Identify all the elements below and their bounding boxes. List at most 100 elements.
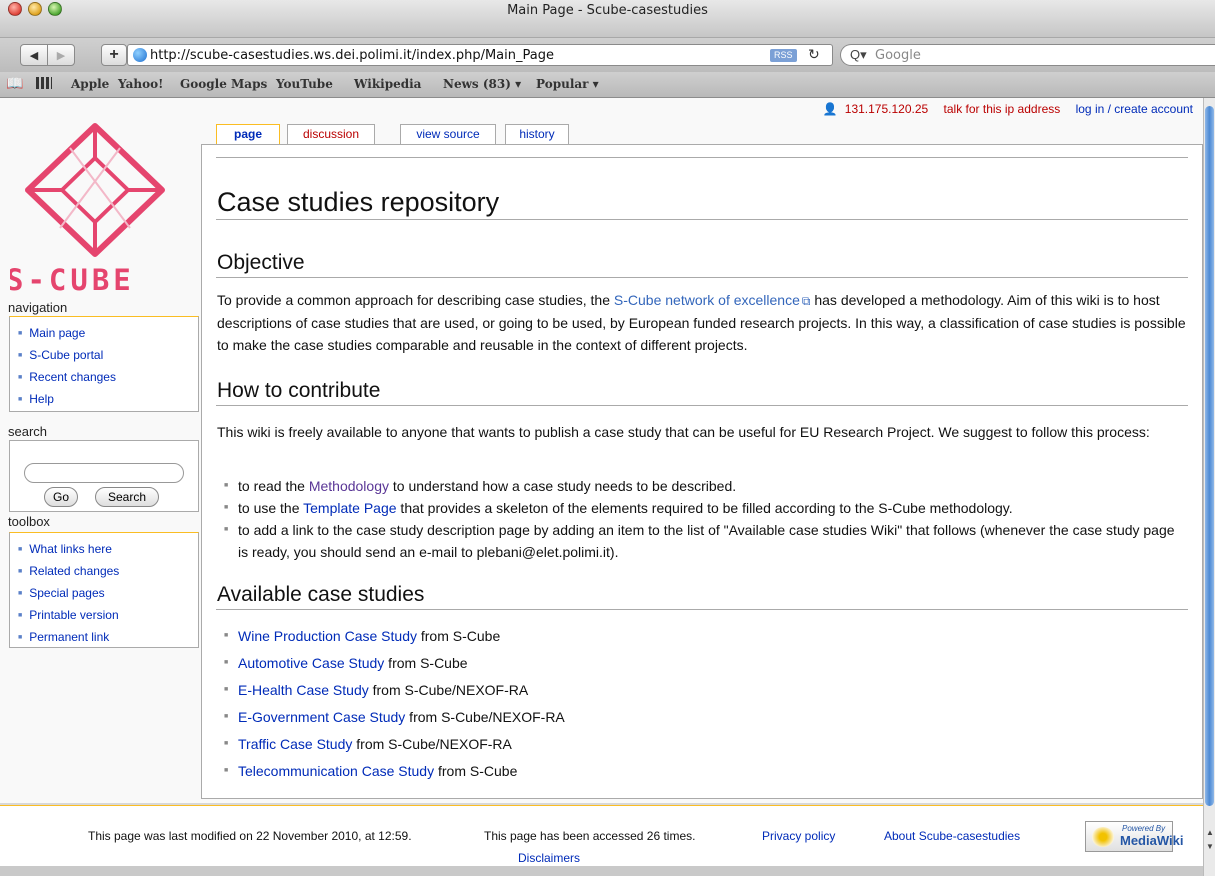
navigation-title: navigation [8,300,68,315]
wine-production-link[interactable]: Wine Production Case Study [238,628,417,644]
bookmark-wikipedia[interactable]: Wikipedia [354,77,421,91]
globe-icon [133,48,147,62]
login-link[interactable]: log in / create account [1076,102,1193,116]
bookmark-youtube[interactable]: YouTube [276,77,333,91]
step-text: to understand how a case study needs to … [389,478,737,494]
s-cube-network-link[interactable]: S-Cube network of excellence [614,292,800,308]
bookmark-google-maps[interactable]: Google Maps [180,77,267,91]
heading-objective: Objective [217,251,305,274]
badge-powered-text: Powered By [1122,824,1166,833]
methodology-link[interactable]: Methodology [309,478,389,494]
talk-link[interactable]: talk for this ip address [944,102,1061,116]
s-cube-logo-icon: S-CUBE [6,123,165,297]
e-government-link[interactable]: E-Government Case Study [238,709,405,725]
toolbox-related-changes[interactable]: Related changes [18,560,198,582]
top-sites-grid-icon[interactable] [36,77,52,89]
list-item: E-Health Case Study from S-Cube/NEXOF-RA [224,679,1184,706]
go-button[interactable]: Go [44,487,78,507]
title-divider [216,219,1188,220]
scroll-up-arrow-icon[interactable]: ▲ [1206,828,1214,837]
disclaimers-link[interactable]: Disclaimers [518,851,580,865]
tab-view-source[interactable]: view source [400,124,496,144]
add-bookmark-button[interactable]: + [101,44,127,66]
access-count-text: This page has been accessed 26 times. [484,829,696,843]
bookmarks-bar: 📖 Apple Yahoo! Google Maps YouTube Wikip… [0,72,1215,98]
plus-icon: + [109,46,119,63]
heading-available-case-studies: Available case studies [217,583,425,606]
content-divider [216,157,1188,158]
vertical-scrollbar[interactable]: ▲ ▼ [1203,98,1215,876]
nav-main-page[interactable]: Main page [18,322,198,344]
automotive-link[interactable]: Automotive Case Study [238,655,384,671]
list-item: E-Government Case Study from S-Cube/NEXO… [224,706,1184,733]
nav-s-cube-portal[interactable]: S-Cube portal [18,344,198,366]
available-divider [216,609,1188,610]
about-link[interactable]: About Scube-casestudies [884,829,1020,843]
book-icon[interactable]: 📖 [6,76,23,92]
case-study-source: from S-Cube/NEXOF-RA [352,736,512,752]
horizontal-scrollbar[interactable] [0,866,1203,876]
navigation-portlet: Main page S-Cube portal Recent changes H… [9,316,199,412]
window-titlebar: Main Page - Scube-casestudies [0,0,1215,38]
address-bar[interactable]: http://scube-casestudies.ws.dei.polimi.i… [127,44,833,66]
powered-by-mediawiki-badge[interactable]: Powered By MediaWiki [1085,821,1183,852]
toolbox-what-links-here[interactable]: What links here [18,538,198,560]
site-logo[interactable]: S-CUBE [6,118,200,298]
tab-history-label: history [519,127,555,141]
badge-mediawiki-text: MediaWiki [1120,833,1184,848]
tab-discussion-label: discussion [302,127,360,141]
tab-page[interactable]: page [216,124,280,146]
bookmark-popular[interactable]: Popular ▾ [536,77,599,91]
toolbox-permanent-link[interactable]: Permanent link [18,626,198,648]
bookmark-yahoo[interactable]: Yahoo! [118,77,163,91]
traffic-link[interactable]: Traffic Case Study [238,736,352,752]
list-item: to read the Methodology to understand ho… [224,475,1184,497]
mediawiki-flower-icon [1092,827,1114,847]
toolbox-printable-version[interactable]: Printable version [18,604,198,626]
tab-history[interactable]: history [505,124,569,144]
personal-tools: 👤 131.175.120.25 talk for this ip addres… [810,102,1193,116]
case-study-source: from S-Cube/NEXOF-RA [405,709,565,725]
main-content: Case studies repository Objective To pro… [201,144,1203,799]
case-study-list: Wine Production Case Study from S-Cube A… [224,625,1184,787]
web-search-placeholder: Google [875,48,921,63]
browser-toolbar: ◀ ▶ + http://scube-casestudies.ws.dei.po… [0,38,1215,72]
address-text[interactable]: http://scube-casestudies.ws.dei.polimi.i… [150,48,554,63]
template-page-link[interactable]: Template Page [303,500,396,516]
web-search-field[interactable]: Q▾ Google [840,44,1215,66]
nav-help[interactable]: Help [18,388,198,410]
vertical-scroll-thumb[interactable] [1205,106,1214,806]
objective-paragraph: To provide a common approach for describ… [217,289,1189,356]
tab-discussion[interactable]: discussion [287,124,375,144]
list-item: to add a link to the case study descript… [224,519,1184,563]
search-input[interactable] [24,463,184,483]
back-button[interactable]: ◀ [20,44,48,66]
page-title: Case studies repository [217,187,500,217]
search-button[interactable]: Search [95,487,159,507]
case-study-source: from S-Cube [384,655,468,671]
list-item: to use the Template Page that provides a… [224,497,1184,519]
bookmark-apple[interactable]: Apple [71,77,109,91]
e-health-link[interactable]: E-Health Case Study [238,682,369,698]
magnifier-icon[interactable]: Q▾ [850,47,867,63]
forward-button[interactable]: ▶ [47,44,75,66]
user-icon: 👤 [822,102,838,116]
objective-text-start: To provide a common approach for describ… [217,292,614,308]
case-study-source: from S-Cube [416,628,501,644]
search-title: search [8,424,48,439]
case-study-source: from S-Cube [434,763,518,779]
web-page: 👤 131.175.120.25 talk for this ip addres… [0,98,1203,803]
toolbox-special-pages[interactable]: Special pages [18,582,198,604]
telecommunication-link[interactable]: Telecommunication Case Study [238,763,434,779]
list-item: Traffic Case Study from S-Cube/NEXOF-RA [224,733,1184,760]
bookmark-news[interactable]: News (83) ▾ [443,77,521,91]
objective-divider [216,277,1188,278]
ip-address-link[interactable]: 131.175.120.25 [845,102,928,116]
step-text: to add a link to the case study descript… [238,522,1175,560]
privacy-policy-link[interactable]: Privacy policy [762,829,835,843]
rss-button[interactable]: RSS [770,49,797,62]
step-text: to use the [238,500,304,516]
nav-recent-changes[interactable]: Recent changes [18,366,198,388]
scroll-down-arrow-icon[interactable]: ▼ [1206,842,1214,851]
reload-icon[interactable]: ↻ [808,46,820,63]
